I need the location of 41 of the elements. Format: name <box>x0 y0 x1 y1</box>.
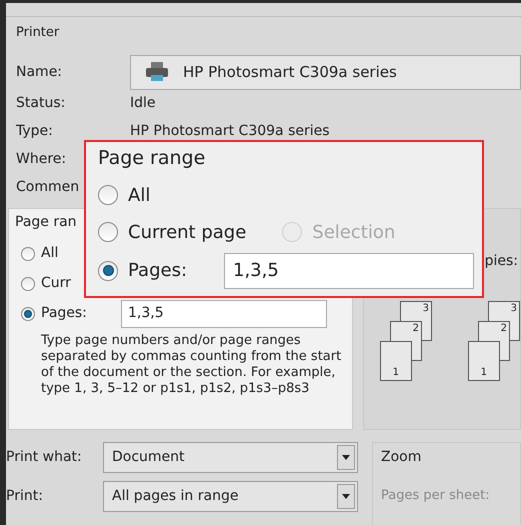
field-label: Type: <box>16 123 53 139</box>
field-value: HP Photosmart C309a series <box>130 122 330 141</box>
field-label: Name: <box>16 62 64 82</box>
help-text: Type page numbers and/or page ranges separated by commas counting from the start of the document or the section. For example, type 1, 3, 5–12 or p1s1, p1s2, p1s3–p8s3 <box>40 332 342 396</box>
printer-name-field[interactable]: HP Photosmart C309a series <box>130 54 521 90</box>
page-number: 3 <box>510 304 517 314</box>
group-title: Page range <box>98 147 206 169</box>
print-what-dropdown[interactable]: Document <box>103 442 358 472</box>
radio-button[interactable] <box>98 260 118 280</box>
page-number: 2 <box>412 324 419 334</box>
field-label: Where: <box>16 151 66 167</box>
group-title: Printer <box>16 25 60 40</box>
radio-button[interactable] <box>21 276 35 290</box>
field-label: pies: <box>484 252 518 270</box>
group-title: Page ran <box>15 214 77 230</box>
page-number: 1 <box>392 368 399 378</box>
printer-icon <box>145 62 169 82</box>
pages-input-field[interactable]: 1,3,5 <box>224 252 474 288</box>
page-number: 3 <box>422 304 429 314</box>
field-label: Print what: <box>6 448 83 466</box>
radio-button[interactable] <box>98 222 118 242</box>
radio-label: Pages: <box>128 259 188 283</box>
field-label: Pages per sheet: <box>381 486 491 504</box>
radio-button[interactable] <box>21 306 35 320</box>
radio-label: Current page <box>128 220 246 244</box>
field-label: Status: <box>16 95 66 111</box>
page-number: 1 <box>480 368 487 378</box>
print-dropdown[interactable]: All pages in range <box>103 480 358 512</box>
field-label: Commen <box>16 179 80 195</box>
radio-button[interactable] <box>98 185 118 205</box>
field-value: Idle <box>130 94 156 113</box>
field-label: Print: <box>6 486 44 506</box>
group-title: Zoom <box>381 448 422 466</box>
page-number: 2 <box>500 324 507 334</box>
radio-label: Pages: <box>41 304 88 323</box>
radio-label: Curr <box>41 274 72 293</box>
radio-label: All <box>128 184 150 208</box>
radio-label: All <box>41 244 60 263</box>
radio-label: Selection <box>312 220 396 244</box>
radio-button[interactable] <box>21 246 35 260</box>
pages-input-field[interactable]: 1,3,5 <box>121 300 327 328</box>
